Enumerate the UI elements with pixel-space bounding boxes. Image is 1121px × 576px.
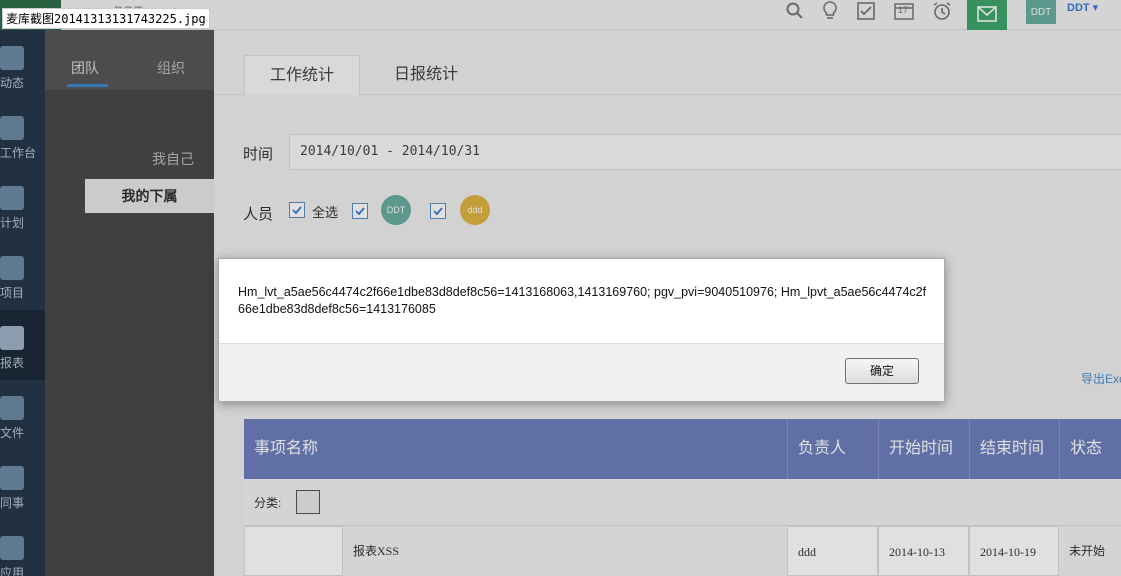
ok-button[interactable]: 确定 — [845, 358, 919, 384]
alert-dialog: Hm_lvt_a5ae56c4474c2f66e1dbe83d8def8c56=… — [218, 258, 945, 402]
dialog-footer: 确定 — [219, 343, 944, 401]
file-name-tag: 麦库截图20141313131743225.jpg — [2, 8, 210, 29]
alert-message: Hm_lvt_a5ae56c4474c2f66e1dbe83d8def8c56=… — [238, 285, 927, 316]
